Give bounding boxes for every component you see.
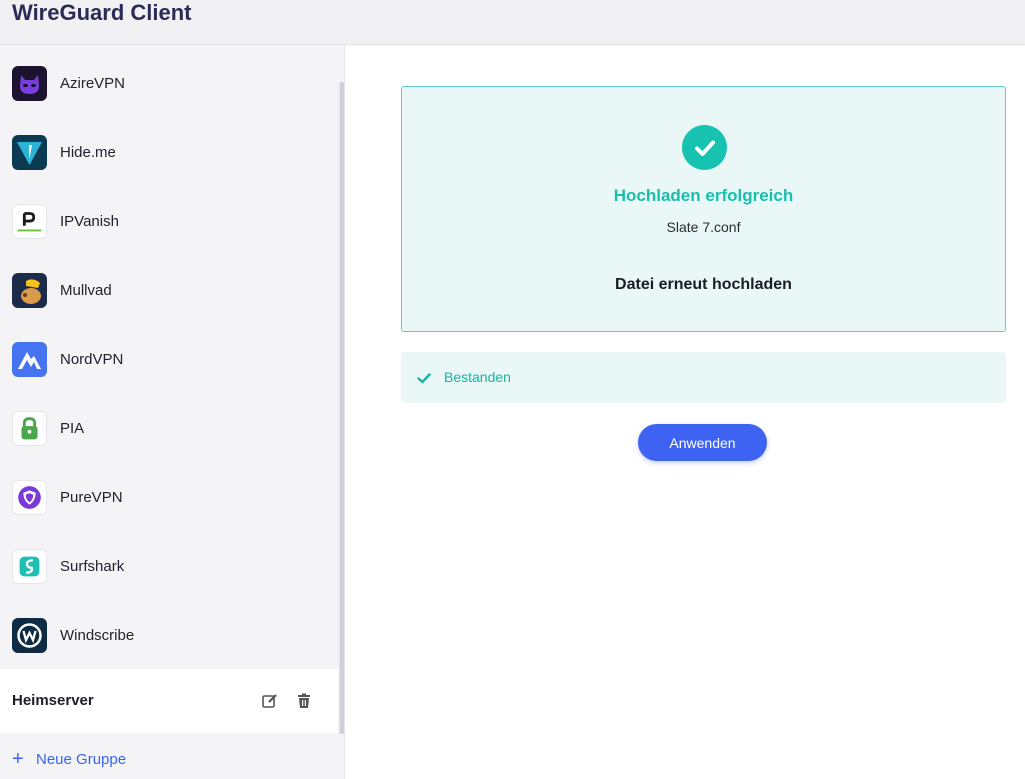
nordvpn-logo-icon [12,342,47,377]
azirevpn-logo-icon [12,66,47,101]
app-title: WireGuard Client [12,0,192,25]
sidebar-item-nordvpn[interactable]: NordVPN [0,325,338,394]
provider-name: Surfshark [60,558,125,575]
provider-name: NordVPN [60,351,124,368]
ipvanish-logo-icon [12,204,47,239]
upload-success-panel: Hochladen erfolgreich Slate 7.conf Datei… [401,86,1006,332]
pia-logo-icon [12,411,47,446]
sidebar-item-purevpn[interactable]: PureVPN [0,463,338,532]
sidebar-item-azirevpn[interactable]: AzireVPN [0,49,338,118]
windscribe-logo-icon [12,618,47,653]
provider-name: IPVanish [60,213,119,230]
sidebar-item-surfshark[interactable]: Surfshark [0,532,338,601]
new-group-button[interactable]: + Neue Gruppe [12,749,126,769]
reupload-file-button[interactable]: Datei erneut hochladen [402,276,1005,294]
provider-name: PIA [60,420,85,437]
success-check-icon [682,125,727,170]
sidebar: AzireVPN Hide.me IPVanish Mullvad NordVP… [0,45,345,779]
plus-icon: + [12,748,24,770]
sidebar-scrollbar-thumb[interactable] [340,82,344,734]
sidebar-item-mullvad[interactable]: Mullvad [0,256,338,325]
provider-name: AzireVPN [60,75,126,92]
trash-icon[interactable] [294,691,314,711]
group-name: Heimserver [12,692,94,709]
title-bar: WireGuard Client [0,0,1025,45]
sidebar-item-windscribe[interactable]: Windscribe [0,601,338,670]
hideme-logo-icon [12,135,47,170]
sidebar-item-pia[interactable]: PIA [0,394,338,463]
surfshark-logo-icon [12,549,47,584]
new-group-label: Neue Gruppe [36,750,127,768]
group-row-heimserver[interactable]: Heimserver [0,669,338,733]
validation-status-text: Bestanden [444,369,511,385]
check-icon [416,370,432,386]
sidebar-item-ipvanish[interactable]: IPVanish [0,187,338,256]
sidebar-item-hideme[interactable]: Hide.me [0,118,338,187]
provider-name: Windscribe [60,627,135,644]
apply-button[interactable]: Anwenden [638,424,767,461]
validation-status-bar: Bestanden [401,352,1006,403]
provider-name: PureVPN [60,489,123,506]
mullvad-logo-icon [12,273,47,308]
uploaded-file-name: Slate 7.conf [666,219,741,235]
provider-name: Mullvad [60,282,112,299]
edit-icon[interactable] [260,691,280,711]
purevpn-logo-icon [12,480,47,515]
provider-name: Hide.me [60,144,116,161]
upload-status-title: Hochladen erfolgreich [613,186,794,205]
